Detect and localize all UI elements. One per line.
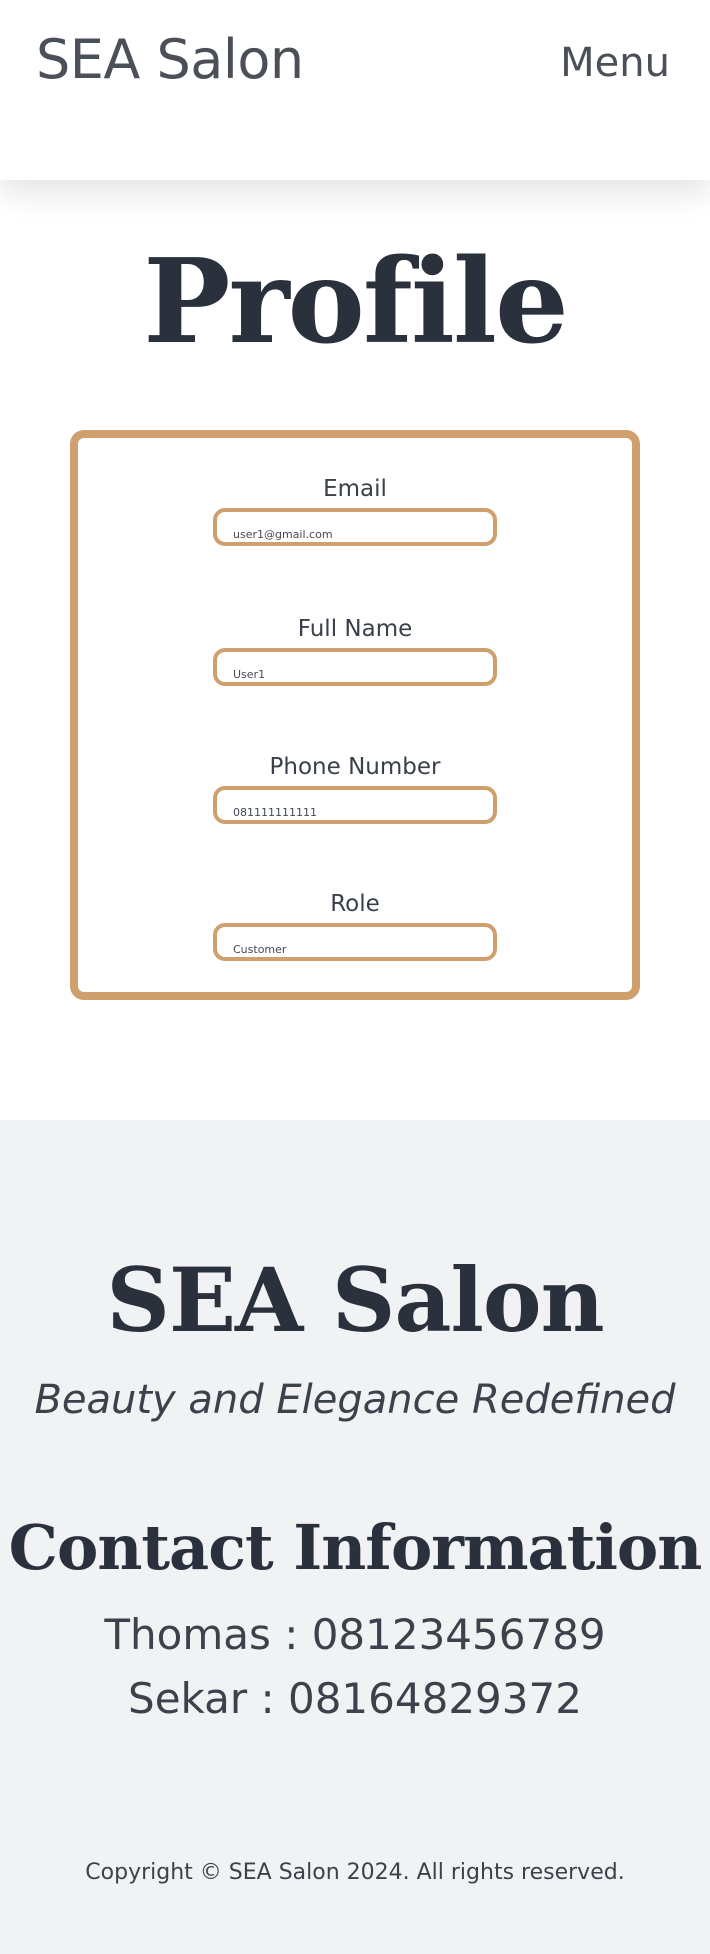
contact-sekar: Sekar : 08164829372 [128, 1674, 582, 1723]
profile-card: Email Full Name Phone Number Role [70, 430, 640, 1000]
role-label: Role [330, 891, 380, 917]
brand-logo-text[interactable]: SEA Salon [36, 26, 304, 94]
email-field-group: Email [78, 474, 632, 546]
phone-number-label: Phone Number [269, 754, 441, 780]
site-header: SEA Salon Menu [0, 0, 710, 180]
contact-title: Contact Information [8, 1511, 703, 1584]
email-field[interactable] [213, 508, 497, 546]
page-title: Profile [143, 234, 569, 370]
copyright-text: Copyright © SEA Salon 2024. All rights r… [85, 1860, 625, 1885]
phone-number-field-group: Phone Number [78, 752, 632, 824]
site-footer: SEA Salon Beauty and Elegance Redefined … [0, 1120, 710, 1954]
page: SEA Salon Menu Profile Email Full Name P… [0, 0, 710, 1954]
full-name-field-group: Full Name [78, 614, 632, 686]
role-field[interactable] [213, 923, 497, 961]
full-name-field[interactable] [213, 648, 497, 686]
contact-thomas: Thomas : 08123456789 [104, 1610, 606, 1659]
phone-number-field[interactable] [213, 786, 497, 824]
full-name-label: Full Name [297, 616, 413, 642]
footer-tagline: Beauty and Elegance Redefined [34, 1377, 676, 1423]
menu-button[interactable]: Menu [560, 38, 670, 88]
footer-brand: SEA Salon [106, 1248, 604, 1352]
email-label: Email [323, 476, 387, 502]
role-field-group: Role [78, 889, 632, 961]
